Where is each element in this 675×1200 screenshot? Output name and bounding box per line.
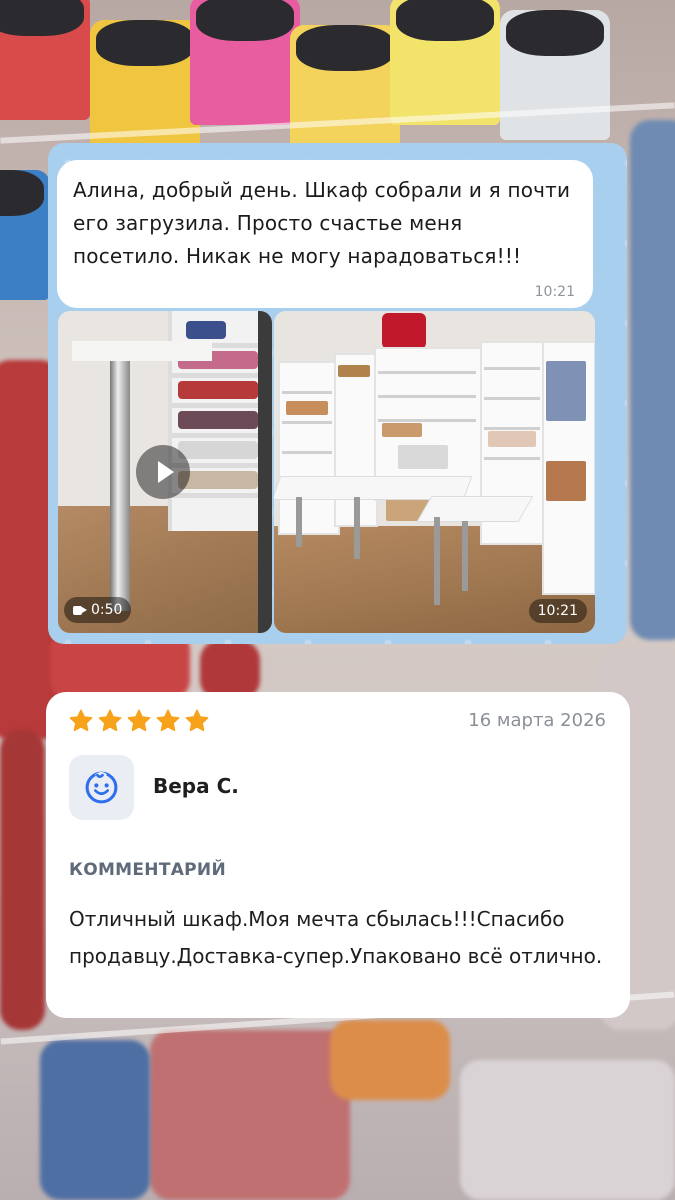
review-comment-text: Отличный шкаф.Моя мечта сбылась!!!Спасиб…: [69, 907, 603, 968]
photo-time: 10:21: [528, 599, 587, 623]
review-date: 16 марта 2026: [468, 710, 606, 731]
star-icon: [69, 709, 93, 732]
rating-stars: [68, 708, 210, 734]
video-duration: 0:50: [91, 602, 123, 618]
avatar: [69, 755, 134, 820]
star-icon: [185, 709, 209, 732]
message-text: Алина, добрый день. Шкаф собрали и я поч…: [73, 178, 571, 268]
message-bubble: Алина, добрый день. Шкаф собрали и я поч…: [57, 160, 593, 308]
video-duration-badge: 0:50: [64, 597, 132, 623]
play-icon[interactable]: [136, 445, 190, 499]
reviewer-name: Вера С.: [153, 774, 239, 798]
video-attachment[interactable]: 0:50: [58, 311, 272, 633]
message-time: 10:21: [534, 284, 575, 300]
star-icon: [127, 709, 151, 732]
video-camera-icon: [73, 605, 87, 616]
photo-attachment[interactable]: 10:21: [274, 311, 595, 633]
star-icon: [156, 709, 180, 732]
chat-screenshot: Алина, добрый день. Шкаф собрали и я поч…: [48, 143, 627, 644]
baby-face-icon: [85, 771, 118, 804]
star-icon: [98, 709, 122, 732]
review-card: 16 марта 2026 Вера С. КОММЕНТАРИЙ Отличн…: [46, 692, 630, 1018]
comment-section-label: КОММЕНТАРИЙ: [69, 860, 226, 880]
